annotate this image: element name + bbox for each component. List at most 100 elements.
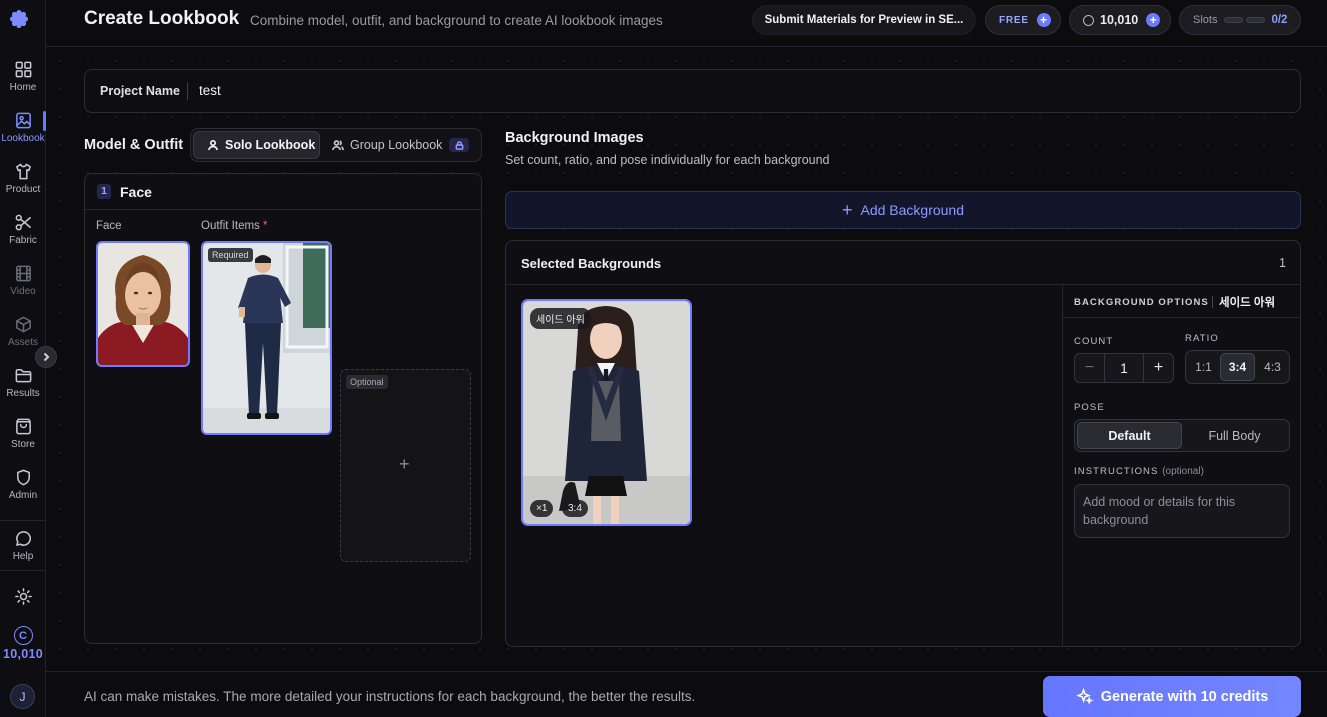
sidebar-item-label: Home <box>9 82 37 93</box>
sidebar-item-results[interactable]: Results <box>0 364 46 410</box>
sidebar-item-label: Assets <box>7 337 38 348</box>
chat-icon <box>15 531 31 546</box>
face-number-badge: 1 <box>97 184 111 199</box>
selected-backgrounds-panel: Selected Backgrounds 1 세이드 아워 ×1 3:4 BAC… <box>505 240 1301 647</box>
project-name-field[interactable]: Project Name test <box>84 69 1301 113</box>
optional-hint: (optional) <box>1162 466 1204 477</box>
generate-label: Generate with 10 credits <box>1100 688 1269 705</box>
sidebar-item-fabric[interactable]: Fabric <box>0 211 46 257</box>
shield-icon <box>16 469 30 486</box>
divider <box>187 82 188 100</box>
face-panel-header: 1 Face <box>85 174 481 210</box>
sidebar-item-help[interactable]: Help <box>0 527 46 573</box>
credits-icon: C <box>13 626 33 645</box>
sidebar-item-home[interactable]: Home <box>0 58 46 104</box>
ratio-selector: 1:1 3:4 4:3 <box>1185 350 1290 384</box>
selected-backgrounds-count: 1 <box>1279 256 1286 270</box>
add-outfit-plus-icon: + <box>399 454 410 474</box>
ratio-option-3-4[interactable]: 3:4 <box>1220 353 1255 381</box>
background-card[interactable]: 세이드 아워 ×1 3:4 <box>521 299 692 526</box>
background-options-panel: BACKGROUND OPTIONS 세이드 아워 COUNT − 1 + RA… <box>1062 285 1301 646</box>
sidebar-item-video[interactable]: Video <box>0 262 46 308</box>
submit-materials-button[interactable]: Submit Materials for Preview in SE... <box>752 5 976 35</box>
slots-label: Slots <box>1193 14 1218 26</box>
main-content: Project Name test Model & Outfit Solo Lo… <box>46 47 1327 671</box>
optional-tag: Optional <box>346 375 388 389</box>
sidebar-item-label: Help <box>12 551 34 562</box>
project-name-label: Project Name <box>100 84 180 98</box>
chevron-right-icon <box>43 352 50 362</box>
shirt-icon <box>15 163 31 180</box>
plus-icon: + <box>841 199 853 220</box>
outfit-item-required[interactable]: Required <box>201 241 332 435</box>
background-images-title: Background Images <box>505 130 644 146</box>
film-icon <box>15 265 31 282</box>
face-panel: 1 Face Face Outfit Items * Required Opti… <box>84 173 482 644</box>
lock-badge <box>449 138 470 152</box>
required-tag: Required <box>208 248 253 262</box>
bottom-bar: AI can make mistakes. The more detailed … <box>46 671 1327 717</box>
background-images-subtitle: Set count, ratio, and pose individually … <box>505 153 830 167</box>
top-bar: Create Lookbook Combine model, outfit, a… <box>46 0 1327 47</box>
generate-button[interactable]: Generate with 10 credits <box>1043 676 1301 717</box>
credits-value: 10,010 <box>1100 13 1139 27</box>
tab-label: Group Lookbook <box>350 138 443 152</box>
bag-icon <box>15 418 31 435</box>
background-ratio-chip: 3:4 <box>562 500 588 517</box>
lock-icon <box>455 140 464 150</box>
sidebar-divider <box>0 570 46 571</box>
tab-group-lookbook[interactable]: Group Lookbook <box>332 131 472 159</box>
sidebar-item-store[interactable]: Store <box>0 415 46 461</box>
increment-button[interactable]: + <box>1143 354 1173 382</box>
background-options-header: BACKGROUND OPTIONS 세이드 아워 <box>1063 285 1301 318</box>
instructions-textarea[interactable]: Add mood or details for this background <box>1074 484 1290 538</box>
grid-icon <box>15 61 31 78</box>
coin-icon <box>1083 14 1094 26</box>
add-background-button[interactable]: + Add Background <box>505 191 1301 229</box>
credits-pill[interactable]: 10,010 + <box>1069 5 1171 35</box>
sun-icon <box>14 588 32 605</box>
slot-indicator <box>1224 17 1244 23</box>
count-value[interactable]: 1 <box>1105 361 1143 376</box>
ratio-option-4-3[interactable]: 4:3 <box>1255 353 1290 381</box>
image-icon <box>15 112 31 129</box>
background-options-title: BACKGROUND OPTIONS <box>1074 297 1209 308</box>
sidebar-item-label: Product <box>5 184 41 195</box>
required-mark: * <box>263 220 268 232</box>
users-icon <box>332 140 344 151</box>
sidebar-item-label: Results <box>6 388 40 399</box>
pose-selector: Default Full Body <box>1074 419 1290 452</box>
decrement-button[interactable]: − <box>1075 354 1105 382</box>
selected-backgrounds-header: Selected Backgrounds 1 <box>506 241 1300 285</box>
instructions-label: INSTRUCTIONS (optional) <box>1074 466 1204 477</box>
sparkle-icon <box>1075 688 1093 705</box>
sidebar-item-admin[interactable]: Admin <box>0 466 46 512</box>
background-name-tag: 세이드 아워 <box>530 308 591 329</box>
pose-option-default[interactable]: Default <box>1077 422 1182 449</box>
outfit-item-optional[interactable]: Optional + <box>340 369 471 562</box>
sidebar-expand-button[interactable] <box>35 346 57 368</box>
tab-solo-lookbook[interactable]: Solo Lookbook <box>193 131 320 159</box>
sidebar-item-product[interactable]: Product <box>0 160 46 206</box>
model-outfit-title: Model & Outfit <box>84 137 184 153</box>
count-label: COUNT <box>1074 336 1114 347</box>
logo-icon[interactable] <box>9 9 29 29</box>
project-name-input[interactable]: test <box>199 83 221 98</box>
face-image[interactable] <box>96 241 190 367</box>
sidebar-item-label: Store <box>11 439 35 450</box>
sidebar-item-label: Lookbook <box>1 133 45 144</box>
outfit-items-label: Outfit Items * <box>201 220 268 232</box>
sidebar-item-lookbook[interactable]: Lookbook <box>0 109 46 155</box>
slots-pill[interactable]: Slots 0/2 <box>1179 5 1301 35</box>
ratio-option-1-1[interactable]: 1:1 <box>1186 353 1221 381</box>
theme-toggle-button[interactable] <box>0 585 46 631</box>
user-icon <box>207 139 219 151</box>
sidebar-credits[interactable]: C 10,010 <box>0 626 46 661</box>
sidebar-item-label: Admin <box>8 490 38 501</box>
plan-badge[interactable]: FREE + <box>985 5 1061 35</box>
outfit-photo <box>203 243 330 433</box>
avatar[interactable]: J <box>10 684 35 709</box>
pose-option-full-body[interactable]: Full Body <box>1182 422 1287 449</box>
face-photo <box>98 243 188 365</box>
cube-icon <box>15 316 31 333</box>
